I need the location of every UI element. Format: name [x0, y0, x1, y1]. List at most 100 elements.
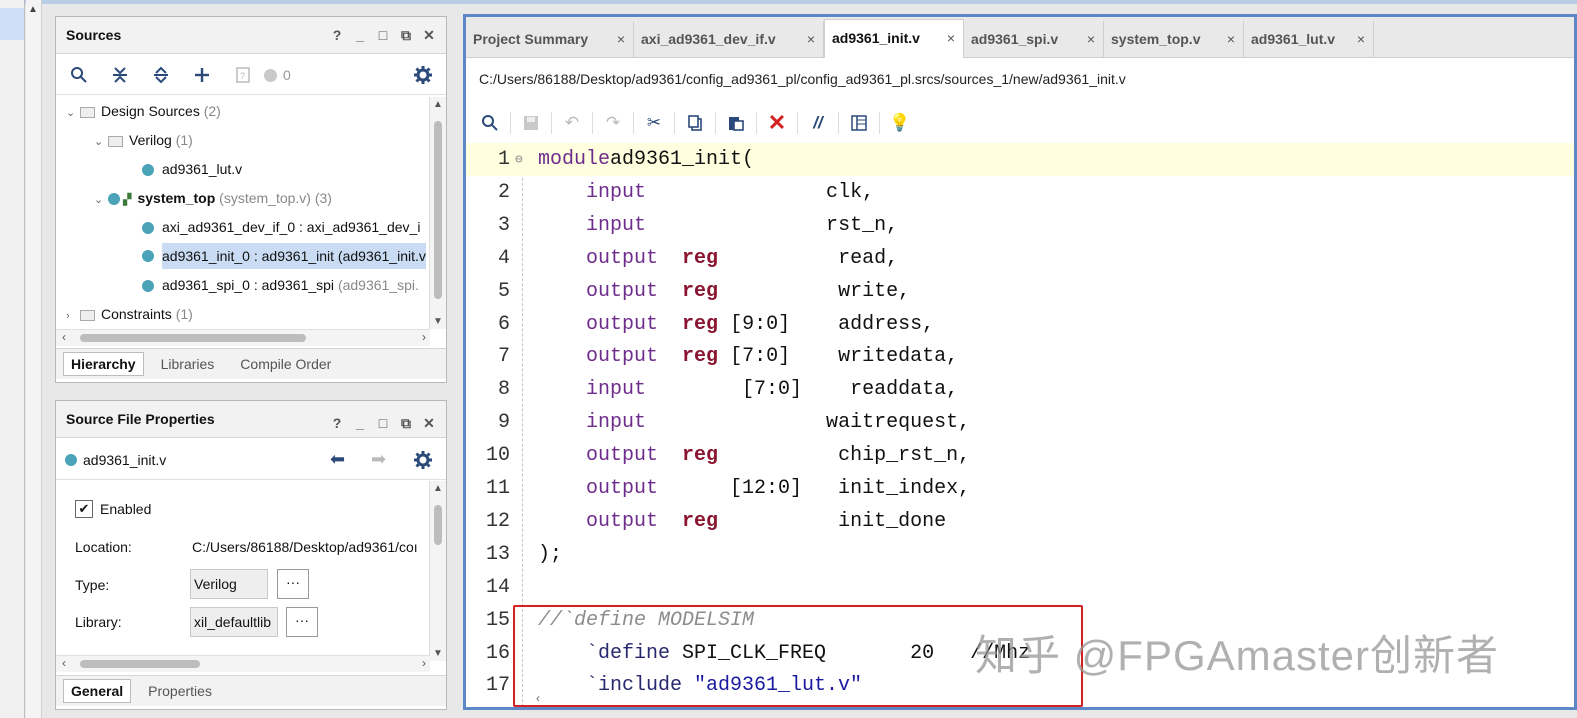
properties-vertical-scrollbar[interactable]: ▲ ▼ [429, 481, 446, 661]
float-icon[interactable]: ⧉ [399, 415, 413, 432]
chevron-right-icon[interactable]: › [66, 303, 80, 327]
column-select-icon[interactable] [841, 110, 877, 136]
tab-ad9361-init-active[interactable]: ad9361_init.v × [824, 19, 964, 58]
close-icon[interactable]: × [1227, 21, 1235, 57]
undo-icon[interactable]: ↶ [554, 110, 590, 136]
chevron-down-icon[interactable]: ⌄ [94, 187, 108, 211]
type-field[interactable]: Verilog [190, 569, 268, 599]
verilog-file-icon [142, 164, 154, 177]
location-value: C:/Users/86188/Desktop/ad9361/coı [192, 539, 418, 555]
left-flow-navigator-strip[interactable] [0, 0, 25, 718]
search-icon[interactable] [64, 62, 94, 88]
minimize-icon[interactable]: _ [353, 415, 367, 432]
tree-item-ad9361-lut[interactable]: ad9361_lut.v [142, 156, 242, 182]
code-line[interactable]: 14 [466, 571, 1574, 604]
collapse-all-icon[interactable] [105, 62, 135, 88]
code-line[interactable]: 2 input clk, [466, 176, 1574, 209]
tree-item-system-top[interactable]: ⌄ ▞ system_top (system_top.v) (3) [94, 185, 332, 211]
tab-axi-ad9361-dev-if[interactable]: axi_ad9361_dev_if.v × [634, 21, 824, 57]
line-number: 1 [497, 148, 510, 171]
code-line[interactable]: 7 output reg [7:0] writedata, [466, 340, 1574, 373]
expand-all-icon[interactable] [146, 62, 176, 88]
code-line[interactable]: 3 input rst_n, [466, 209, 1574, 242]
close-icon[interactable]: ✕ [422, 415, 436, 432]
left-vertical-scrollbar[interactable]: ▲ [26, 0, 42, 718]
delete-icon[interactable]: ✕ [759, 110, 795, 136]
code-text: output reg write, [586, 279, 911, 303]
back-arrow-icon[interactable]: ⬅ [330, 449, 345, 470]
code-line[interactable]: 1 ⊖ modulead9361_init( [466, 143, 1574, 176]
chevron-down-icon[interactable]: ⌄ [94, 129, 108, 153]
verilog-file-icon [108, 193, 120, 206]
code-line[interactable]: 13); [466, 538, 1574, 571]
copy-icon[interactable] [677, 110, 713, 136]
help-icon[interactable]: ? [330, 27, 344, 44]
tree-item-constraints[interactable]: › Constraints (1) [66, 301, 193, 327]
close-icon[interactable]: × [807, 21, 815, 57]
code-line[interactable]: 10 output reg chip_rst_n, [466, 439, 1574, 472]
tab-libraries[interactable]: Libraries [154, 353, 222, 375]
code-line[interactable]: 8 input [7:0] readdata, [466, 373, 1574, 406]
enabled-label: Enabled [100, 501, 152, 517]
redo-icon[interactable]: ↷ [595, 110, 631, 136]
lightbulb-icon[interactable]: 💡 [882, 110, 918, 136]
tab-ad9361-lut[interactable]: ad9361_lut.v × [1244, 21, 1374, 57]
float-icon[interactable]: ⧉ [399, 27, 413, 44]
code-line[interactable]: 5 output reg write, [466, 275, 1574, 308]
code-line[interactable]: 12 output reg init_done [466, 505, 1574, 538]
properties-horizontal-scrollbar[interactable]: ‹ › [56, 655, 430, 672]
library-field[interactable]: xil_defaultlib [190, 607, 278, 637]
forward-arrow-icon[interactable]: ➡ [371, 449, 386, 470]
tab-system-top[interactable]: system_top.v × [1104, 21, 1244, 57]
sources-vertical-scrollbar[interactable]: ▲ ▼ [429, 97, 446, 329]
code-line[interactable]: 4 output reg read, [466, 242, 1574, 275]
maximize-icon[interactable]: □ [376, 27, 390, 44]
code-text: modulead9361_init( [538, 148, 755, 171]
close-icon[interactable]: ✕ [422, 27, 436, 44]
code-line[interactable]: 11 output [12:0] init_index, [466, 472, 1574, 505]
tab-compile-order[interactable]: Compile Order [233, 353, 338, 375]
save-icon[interactable] [513, 110, 549, 136]
hierarchy-icon: ▞ [123, 194, 132, 206]
tab-properties[interactable]: Properties [141, 680, 219, 702]
code-line[interactable]: 9 input waitrequest, [466, 406, 1574, 439]
maximize-icon[interactable]: □ [376, 415, 390, 432]
type-browse-button[interactable]: ··· [277, 569, 309, 599]
line-number: 2 [497, 180, 510, 204]
properties-icon[interactable]: ? [228, 62, 258, 88]
paste-icon[interactable] [718, 110, 754, 136]
close-icon[interactable]: × [1357, 21, 1365, 57]
search-icon[interactable] [472, 110, 508, 136]
fold-toggle-icon[interactable]: ⊖ [515, 143, 523, 176]
tab-label: ad9361_init.v [832, 30, 920, 46]
gear-icon[interactable] [408, 62, 438, 88]
chevron-down-icon[interactable]: ⌄ [66, 100, 80, 124]
svg-text:?: ? [240, 71, 245, 81]
close-icon[interactable]: × [1087, 21, 1095, 57]
tree-item-design-sources[interactable]: ⌄ Design Sources (2) [66, 98, 221, 124]
code-text: output reg [7:0] writedata, [586, 345, 959, 369]
comment-toggle-icon[interactable]: // [800, 110, 836, 136]
folder-icon [80, 309, 95, 321]
close-icon[interactable]: × [947, 20, 955, 56]
library-browse-button[interactable]: ··· [286, 607, 318, 637]
tree-item-ad9361-init-selected[interactable]: ad9361_init_0 : ad9361_init (ad9361_init… [162, 243, 426, 269]
cut-icon[interactable]: ✂ [636, 110, 672, 136]
help-icon[interactable]: ? [330, 415, 344, 432]
top-accent-bar [0, 0, 1577, 4]
minimize-icon[interactable]: _ [353, 27, 367, 44]
tab-hierarchy[interactable]: Hierarchy [63, 352, 144, 376]
add-sources-icon[interactable] [187, 62, 217, 88]
tree-item-ad9361-spi[interactable]: ad9361_spi_0 : ad9361_spi (ad9361_spi. [142, 272, 426, 298]
enabled-checkbox[interactable]: ✔ [75, 500, 93, 518]
tree-item-verilog[interactable]: ⌄ Verilog (1) [94, 127, 193, 153]
tab-project-summary[interactable]: Project Summary × [466, 21, 634, 57]
sources-horizontal-scrollbar[interactable]: ‹ › [56, 329, 430, 346]
gear-icon[interactable] [414, 451, 432, 472]
tab-general[interactable]: General [63, 679, 132, 703]
close-icon[interactable]: × [617, 21, 625, 57]
tab-ad9361-spi[interactable]: ad9361_spi.v × [964, 21, 1104, 57]
tree-item-axi-ad9361-dev-if[interactable]: axi_ad9361_dev_if_0 : axi_ad9361_dev_i [142, 214, 426, 240]
code-line[interactable]: 6 output reg [9:0] address, [466, 308, 1574, 341]
line-number: 12 [485, 509, 510, 533]
